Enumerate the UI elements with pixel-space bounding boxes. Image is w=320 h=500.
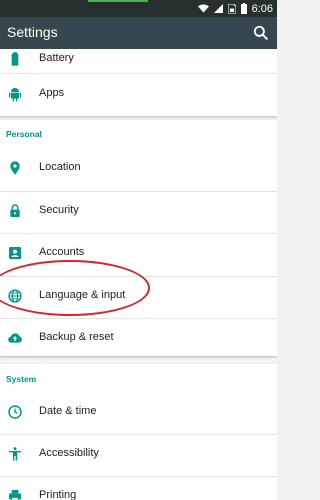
lock-icon <box>10 204 20 217</box>
settings-item-language[interactable]: Language & input <box>0 276 277 318</box>
settings-list[interactable]: Battery Apps Personal Location Security … <box>0 49 277 500</box>
settings-item-location[interactable]: Location <box>0 148 277 190</box>
sim-icon <box>227 3 236 14</box>
print-icon <box>9 490 21 500</box>
search-icon[interactable] <box>251 23 271 43</box>
globe-icon <box>8 289 22 303</box>
settings-item-date-time[interactable]: Date & time <box>0 392 277 434</box>
settings-item-security[interactable]: Security <box>0 191 277 233</box>
status-time: 6:06 <box>251 2 273 15</box>
device-card: Battery Apps <box>0 49 277 116</box>
clock-icon <box>8 405 22 419</box>
toolbar: Settings <box>0 17 277 49</box>
android-icon <box>9 88 21 102</box>
settings-item-label: Date & time <box>39 405 97 417</box>
page-title: Settings <box>7 24 58 40</box>
location-pin-icon <box>10 161 20 175</box>
section-header-system: System <box>6 374 37 384</box>
accessibility-icon <box>9 447 21 461</box>
cloud-upload-icon <box>8 333 22 343</box>
personal-card: Personal Location Security Accounts Lang… <box>0 120 277 356</box>
settings-item-label: Accessibility <box>39 447 99 459</box>
settings-item-apps[interactable]: Apps <box>0 74 277 116</box>
status-bar: 6:06 <box>0 0 277 17</box>
settings-item-label: Battery <box>39 52 74 64</box>
section-header-personal: Personal <box>6 129 42 139</box>
wifi-icon <box>197 4 209 13</box>
settings-item-accounts[interactable]: Accounts <box>0 233 277 275</box>
account-box-icon <box>9 247 21 259</box>
battery-icon <box>240 3 247 14</box>
settings-item-accessibility[interactable]: Accessibility <box>0 434 277 476</box>
signal-icon <box>213 4 223 13</box>
settings-item-label: Apps <box>39 87 65 99</box>
system-card: System Date & time Accessibility Printin… <box>0 364 277 500</box>
status-icons: 6:06 <box>197 2 273 15</box>
settings-item-label: Accounts <box>39 246 85 258</box>
settings-item-label: Security <box>39 204 79 216</box>
settings-item-label: Backup & reset <box>39 331 114 343</box>
battery-icon <box>11 52 19 66</box>
settings-item-label: Location <box>39 161 81 173</box>
settings-item-label: Printing <box>39 489 77 500</box>
settings-item-printing[interactable]: Printing <box>0 476 277 500</box>
settings-item-label: Language & input <box>39 289 126 301</box>
notification-accent <box>88 0 148 2</box>
settings-item-backup[interactable]: Backup & reset <box>0 318 277 360</box>
